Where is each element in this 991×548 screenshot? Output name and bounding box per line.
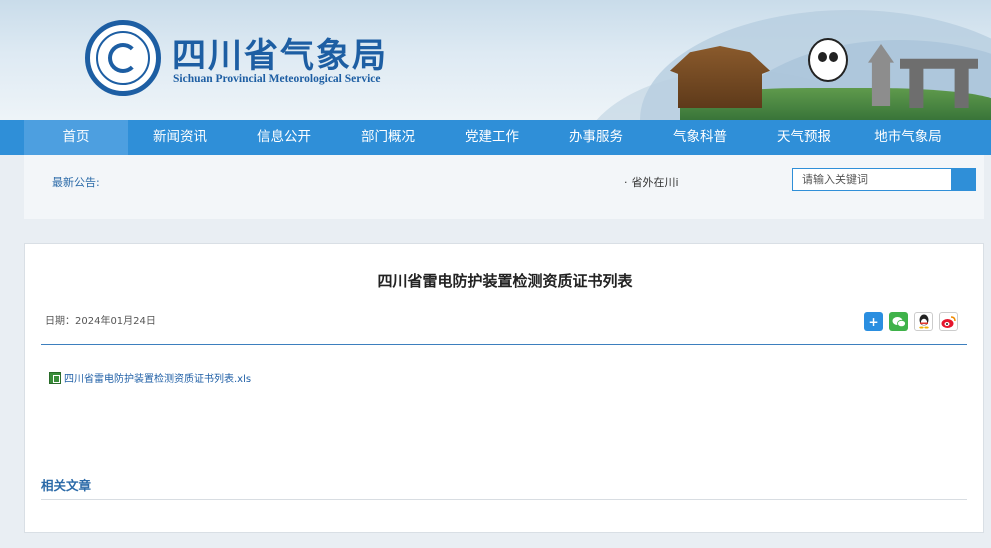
search-input[interactable] <box>792 168 952 191</box>
nav-item-department-overview[interactable]: 部门概况 <box>336 120 440 155</box>
related-articles-heading: 相关文章 <box>41 478 92 493</box>
share-buttons: + <box>864 312 958 331</box>
attachment-filename[interactable]: 四川省雷电防护装置检测资质证书列表.xls <box>64 370 251 385</box>
wechat-icon[interactable] <box>889 312 908 331</box>
article-card: 四川省雷电防护装置检测资质证书列表 日期：2024年01月24日 + 四川省雷电… <box>24 243 984 533</box>
plus-icon[interactable]: + <box>864 312 883 331</box>
excel-file-icon <box>49 371 61 384</box>
qq-icon[interactable] <box>914 312 933 331</box>
notice-bar: 最新公告: · 省外在川i <box>24 155 984 219</box>
search-button[interactable] <box>952 168 976 191</box>
wechat-bubble-icon <box>892 316 906 327</box>
nav-item-news[interactable]: 新闻资讯 <box>128 120 232 155</box>
nav-item-party-building[interactable]: 党建工作 <box>440 120 544 155</box>
nav-item-home[interactable]: 首页 <box>24 120 128 155</box>
nav-item-science[interactable]: 气象科普 <box>648 120 752 155</box>
notice-label: 最新公告: <box>52 176 100 189</box>
attachment-link[interactable]: 四川省雷电防护装置检测资质证书列表.xls <box>49 370 251 385</box>
nav-item-city-bureaus[interactable]: 地市气象局 <box>856 120 960 155</box>
nav-item-forecast[interactable]: 天气预报 <box>752 120 856 155</box>
weibo-eye-icon <box>941 315 956 328</box>
bullet: · <box>624 176 628 189</box>
article-title: 四川省雷电防护装置检测资质证书列表 <box>377 272 633 290</box>
panda-illustration <box>808 38 848 82</box>
title-divider <box>41 344 967 345</box>
qq-penguin-icon <box>918 314 929 329</box>
related-divider <box>41 499 967 500</box>
notice-item-text: 省外在川i <box>631 176 679 189</box>
nav-item-info-disclosure[interactable]: 信息公开 <box>232 120 336 155</box>
notice-item[interactable]: · 省外在川i <box>624 174 679 190</box>
article-date: 日期：2024年01月24日 <box>45 316 156 327</box>
meteorology-emblem-logo[interactable] <box>85 20 161 96</box>
site-header: 四川省气象局 Sichuan Provincial Meteorological… <box>0 0 991 120</box>
site-subtitle: Sichuan Provincial Meteorological Servic… <box>173 73 381 85</box>
weibo-icon[interactable] <box>939 312 958 331</box>
main-nav: 首页 新闻资讯 信息公开 部门概况 党建工作 办事服务 气象科普 天气预报 地市… <box>0 120 991 155</box>
nav-item-services[interactable]: 办事服务 <box>544 120 648 155</box>
cloud-swirl-icon <box>108 43 138 73</box>
site-title[interactable]: 四川省气象局 <box>172 28 388 77</box>
